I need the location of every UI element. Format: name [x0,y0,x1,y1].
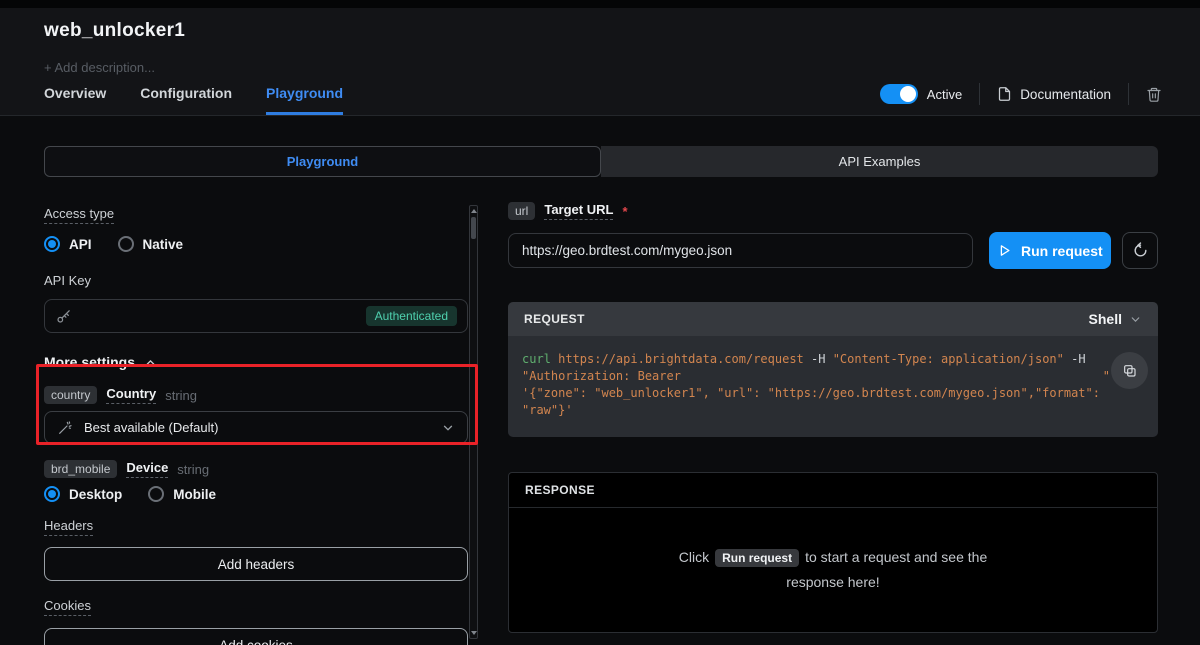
radio-mobile-label: Mobile [173,487,216,502]
code-line-2: "Authorization: Bearer" [522,368,1110,385]
tab-playground-panel[interactable]: Playground [44,146,601,177]
reset-button[interactable] [1122,232,1158,269]
country-param-name: Country [106,386,156,404]
code-line-3: '{"zone": "web_unlocker1", "url": "https… [522,385,1110,419]
code-line-1: curl https://api.brightdata.com/request … [522,351,1110,368]
active-toggle[interactable] [880,84,918,104]
toggle-knob [900,86,916,102]
response-msg-line2: response here! [786,574,879,590]
response-title: RESPONSE [509,473,1157,508]
run-request-kbd-badge: Run request [715,549,799,567]
radio-desktop-label: Desktop [69,487,122,502]
documentation-label: Documentation [1020,87,1111,102]
chevron-down-icon [441,421,455,435]
cookies-label: Cookies [44,598,91,616]
target-url-row: Run request [508,232,1158,269]
target-url-label: Target URL [544,202,613,220]
headers-label: Headers [44,518,93,536]
target-url-label-row: url Target URL * [508,202,1158,220]
app-window: web_unlocker1 + Add description... Overv… [0,0,1200,645]
response-panel: RESPONSE Click Run request to start a requ… [508,472,1158,633]
chevron-down-icon [1129,313,1142,326]
target-url-input[interactable] [508,233,973,268]
url-param-tag: url [508,202,535,220]
country-dropdown[interactable]: Best available (Default) [44,411,468,444]
access-type-options: API Native [44,236,468,252]
response-msg-mid: to start a request and see the [805,549,987,565]
play-icon [997,243,1012,258]
radio-desktop[interactable]: Desktop [44,486,122,502]
device-param-row: brd_mobile Device string [44,460,468,478]
radio-api[interactable]: API [44,236,92,252]
run-request-button[interactable]: Run request [989,232,1112,269]
tab-overview[interactable]: Overview [44,85,106,115]
trash-icon [1146,86,1162,103]
request-header: REQUEST Shell [508,302,1158,336]
divider [979,83,980,105]
radio-native-label: Native [143,237,184,252]
radio-mobile[interactable]: Mobile [148,486,216,502]
reset-icon [1132,242,1149,259]
response-body: Click Run request to start a request and s… [509,508,1157,631]
request-code: curl https://api.brightdata.com/request … [508,336,1158,437]
radio-button-selected [44,236,60,252]
radio-api-label: API [69,237,92,252]
documentation-button[interactable]: Documentation [997,86,1111,102]
top-strip [0,0,1200,8]
device-param-tag: brd_mobile [44,460,117,478]
country-param-tag: country [44,386,97,404]
copy-code-button[interactable] [1111,352,1148,389]
api-key-field[interactable]: Authenticated [44,299,468,333]
add-headers-button[interactable]: Add headers [44,547,468,581]
scrollbar-down-arrow[interactable] [470,629,477,637]
settings-panel: Access type API Native API Key Authentic… [44,197,468,645]
request-code-panel: REQUEST Shell curl https://api.brightdat… [508,302,1158,437]
header: web_unlocker1 + Add description... Overv… [0,8,1200,116]
country-param-type: string [165,388,197,403]
language-dropdown[interactable]: Shell [1089,311,1142,327]
add-description-placeholder[interactable]: + Add description... [44,60,155,75]
language-value: Shell [1089,311,1122,327]
authenticated-badge: Authenticated [366,306,457,326]
tab-configuration[interactable]: Configuration [140,85,232,115]
active-toggle-label: Active [927,87,962,102]
page-title: web_unlocker1 [44,20,185,42]
device-param-name: Device [126,460,168,478]
more-settings-label: More settings [44,354,135,370]
radio-button-selected [44,486,60,502]
magic-wand-icon [57,420,73,436]
scrollbar-thumb[interactable] [471,217,476,239]
playground-mode-tabs: Playground API Examples [44,146,1158,177]
device-options: Desktop Mobile [44,486,468,502]
required-mark: * [622,204,627,219]
header-actions: Active Documentation [880,82,1162,106]
copy-icon [1122,363,1138,379]
settings-scrollbar[interactable] [469,205,478,639]
country-param-row: country Country string [44,386,468,404]
document-icon [997,86,1012,102]
radio-button [148,486,164,502]
device-param-type: string [177,462,209,477]
tab-playground[interactable]: Playground [266,85,343,115]
response-empty-message: Click Run request to start a request and s… [679,545,987,594]
request-panel: url Target URL * Run request REQUEST [508,202,1158,269]
key-icon [55,308,72,325]
divider [1128,83,1129,105]
tab-api-examples[interactable]: API Examples [601,146,1158,177]
access-type-label: Access type [44,206,114,224]
delete-button[interactable] [1146,86,1162,103]
country-dropdown-value: Best available (Default) [84,420,218,435]
radio-native[interactable]: Native [118,236,184,252]
more-settings-toggle[interactable]: More settings [44,354,468,370]
run-request-label: Run request [1021,243,1103,259]
response-msg-pre: Click [679,549,709,565]
request-title: REQUEST [524,312,585,326]
chevron-up-icon [144,356,157,369]
api-key-label: API Key [44,273,91,288]
radio-button [118,236,134,252]
scrollbar-up-arrow[interactable] [470,207,477,215]
main-tabs: Overview Configuration Playground [44,85,343,115]
add-cookies-button[interactable]: Add cookies [44,628,468,645]
